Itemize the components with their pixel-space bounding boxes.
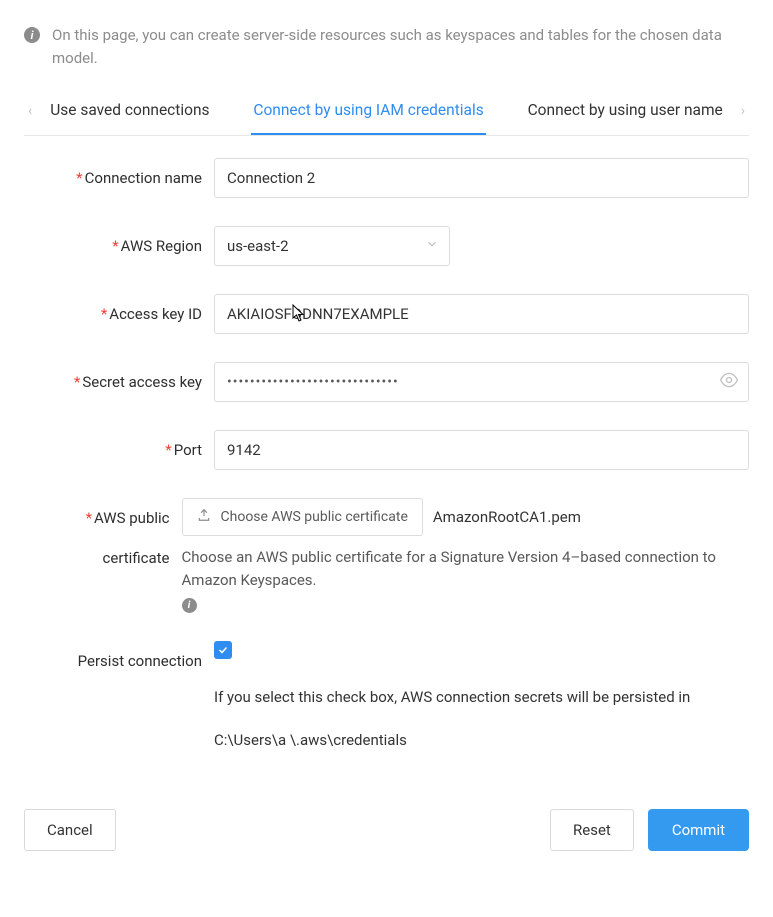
info-text: On this page, you can create server-side… — [52, 24, 749, 71]
connection-name-input[interactable] — [214, 158, 749, 198]
persist-helper-text: If you select this check box, AWS connec… — [214, 686, 749, 709]
choose-certificate-label: Choose AWS public certificate — [221, 509, 408, 525]
port-input[interactable] — [214, 430, 749, 470]
tabs-container: Use saved connections Connect by using I… — [48, 101, 725, 135]
access-key-id-input[interactable] — [214, 294, 749, 334]
check-icon — [217, 644, 229, 656]
required-marker: * — [101, 305, 107, 323]
upload-icon — [197, 508, 211, 526]
tabs-row: ‹ Use saved connections Connect by using… — [24, 101, 749, 136]
label-persist-connection: Persist connection — [24, 641, 214, 681]
page-root: i On this page, you can create server-si… — [0, 0, 773, 871]
commit-button[interactable]: Commit — [648, 809, 749, 851]
required-marker: * — [165, 441, 171, 459]
tabs-scroll-right-icon[interactable]: › — [737, 104, 749, 118]
field-persist-connection: Persist connection If you select this ch… — [24, 641, 749, 749]
label-public-certificate: *AWS public certificate — [24, 498, 182, 578]
cancel-button[interactable]: Cancel — [24, 809, 116, 851]
tab-saved-connections[interactable]: Use saved connections — [48, 101, 211, 135]
tab-username[interactable]: Connect by using user name — [526, 101, 725, 135]
persist-path-text: C:\Users\a \.aws\credentials — [214, 731, 749, 749]
label-secret-access-key: *Secret access key — [24, 362, 214, 402]
label-access-key-id: *Access key ID — [24, 294, 214, 334]
info-icon-wrap: i — [24, 24, 40, 71]
required-marker: * — [112, 237, 118, 255]
info-icon: i — [24, 27, 40, 43]
chevron-down-icon — [425, 237, 439, 255]
label-aws-region: *AWS Region — [24, 226, 214, 266]
required-marker: * — [74, 373, 80, 391]
eye-icon[interactable] — [719, 370, 739, 394]
choose-certificate-button[interactable]: Choose AWS public certificate — [182, 498, 423, 536]
field-connection-name: *Connection name — [24, 158, 749, 198]
reset-button[interactable]: Reset — [550, 809, 634, 851]
certificate-helper: Choose an AWS public certificate for a S… — [182, 546, 749, 614]
tabs-scroll-left-icon[interactable]: ‹ — [24, 104, 36, 118]
field-access-key-id: *Access key ID — [24, 294, 749, 334]
footer-row: Cancel Reset Commit — [24, 809, 749, 851]
certificate-filename: AmazonRootCA1.pem — [433, 508, 581, 526]
info-icon[interactable]: i — [182, 598, 197, 613]
label-connection-name: *Connection name — [24, 158, 214, 198]
tab-iam-credentials[interactable]: Connect by using IAM credentials — [251, 101, 485, 135]
info-banner: i On this page, you can create server-si… — [24, 24, 749, 71]
field-public-certificate: *AWS public certificate Choose AWS publi… — [24, 498, 749, 614]
connection-form: *Connection name *AWS Region us-east-2 — [24, 158, 749, 750]
field-secret-access-key: *Secret access key •••••••••••••••••••••… — [24, 362, 749, 402]
secret-access-key-input[interactable]: •••••••••••••••••••••••••••••• — [214, 362, 749, 402]
field-aws-region: *AWS Region us-east-2 — [24, 226, 749, 266]
aws-region-select[interactable]: us-east-2 — [214, 226, 450, 266]
required-marker: * — [76, 169, 82, 187]
field-port: *Port — [24, 430, 749, 470]
required-marker: * — [86, 509, 92, 527]
persist-connection-checkbox[interactable] — [214, 641, 232, 659]
aws-region-value: us-east-2 — [227, 237, 289, 255]
label-port: *Port — [24, 430, 214, 470]
